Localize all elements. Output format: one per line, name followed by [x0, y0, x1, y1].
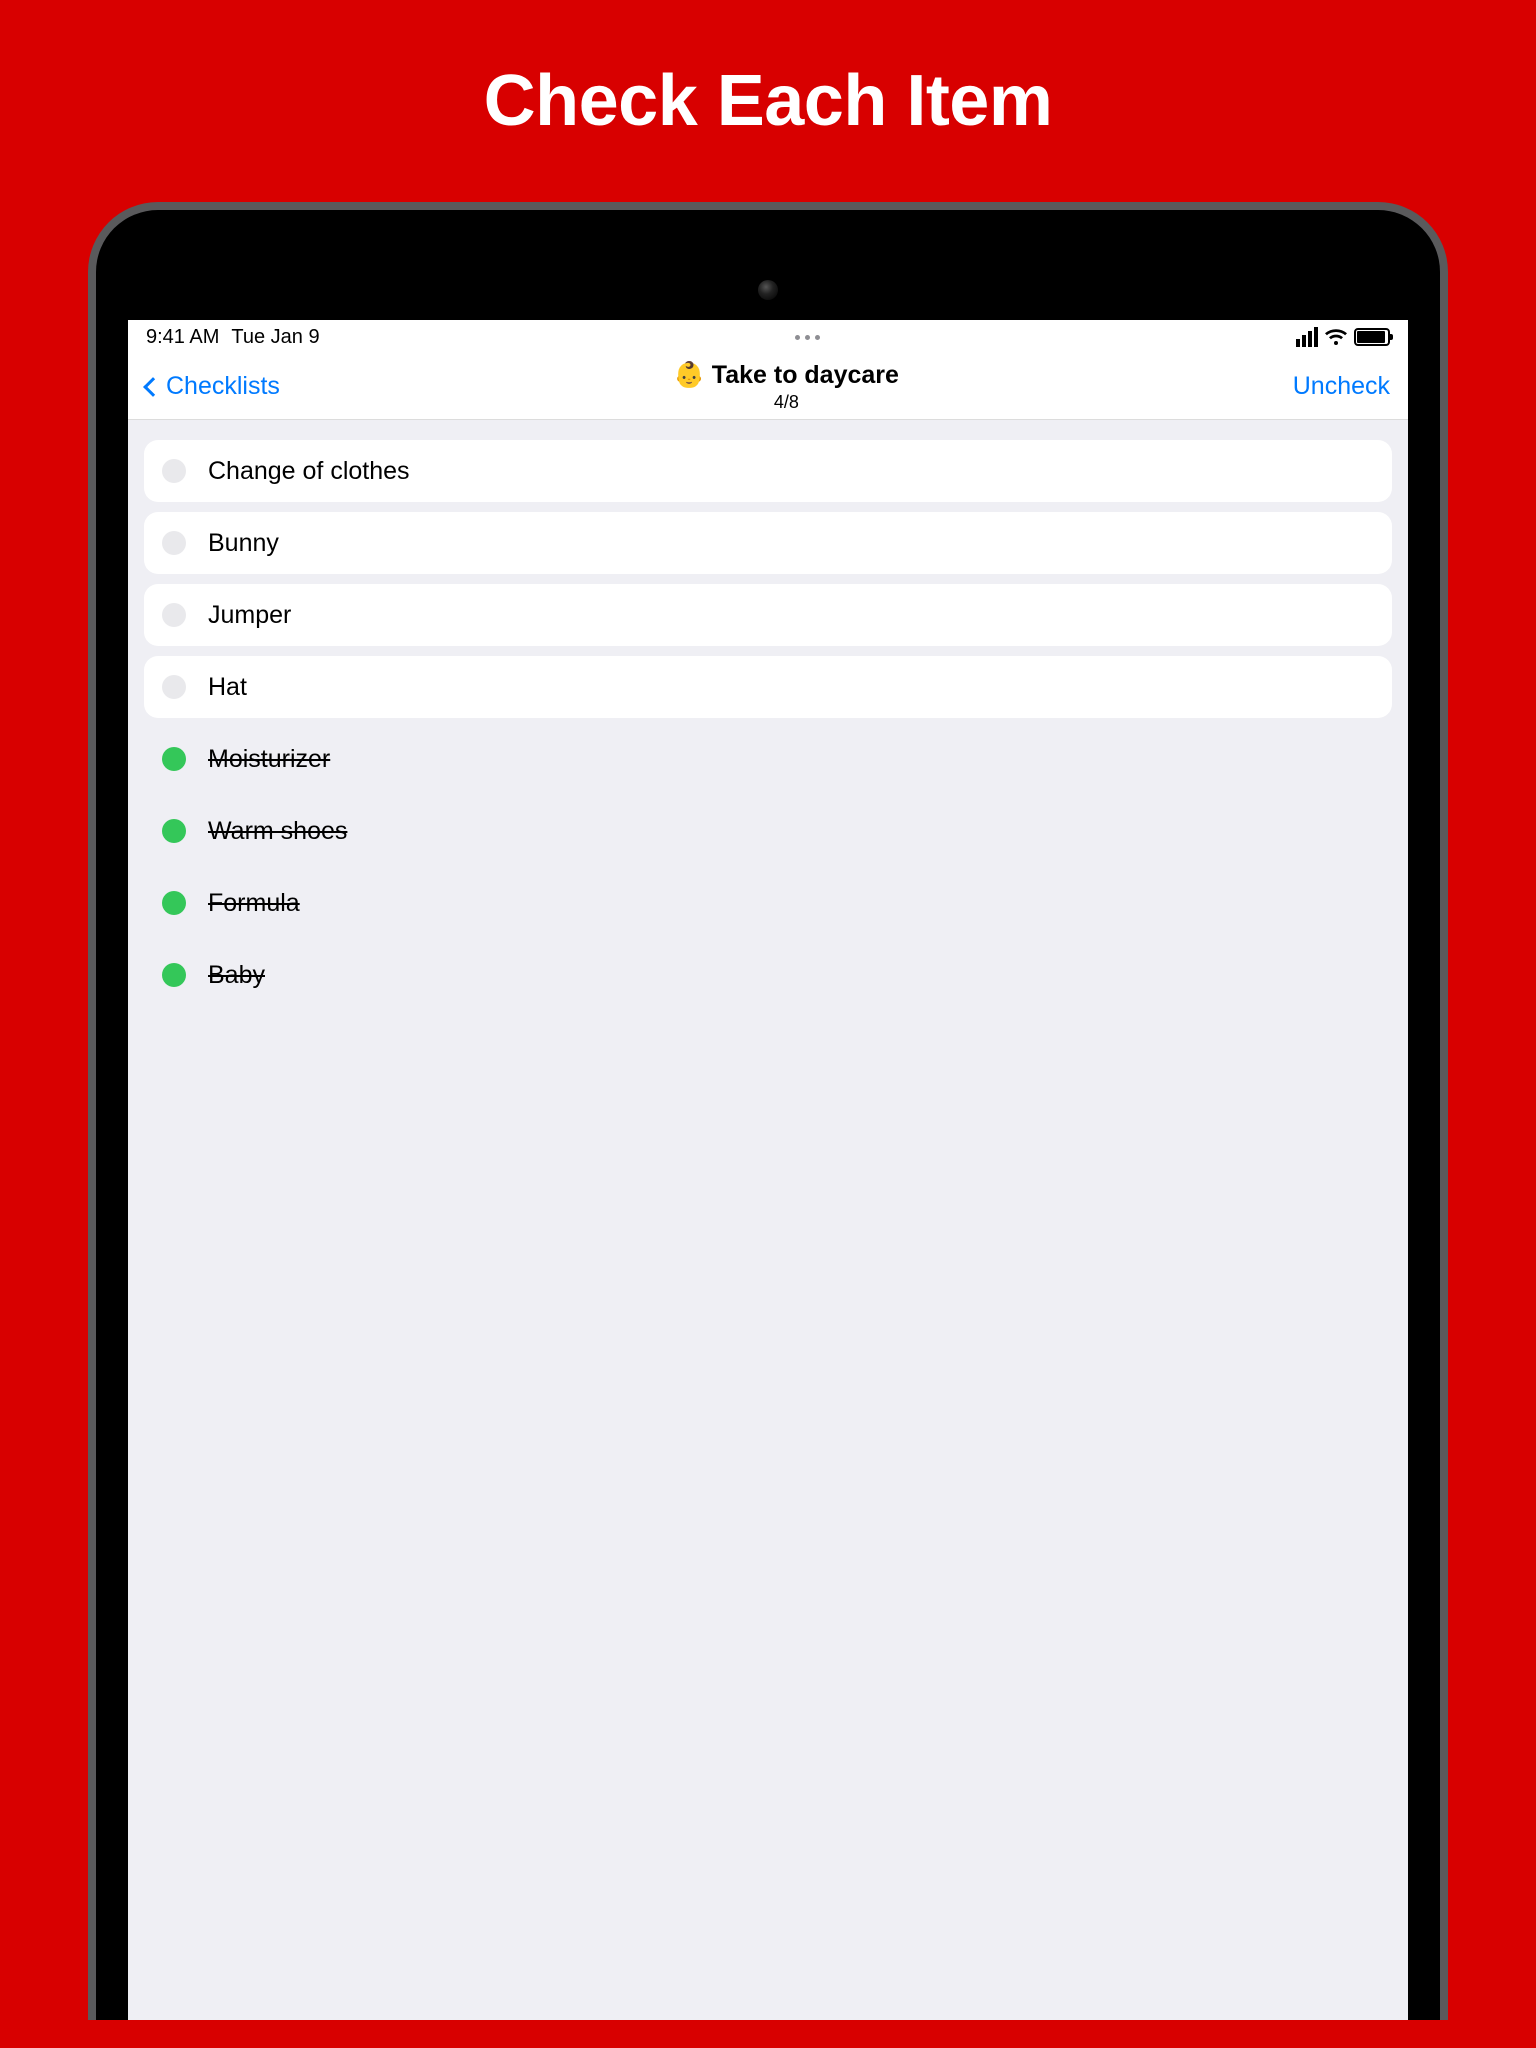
progress-count: 4/8: [280, 392, 1293, 413]
uncheck-button[interactable]: Uncheck: [1293, 372, 1390, 401]
wifi-icon: [1324, 328, 1348, 346]
checkmark-bullet-icon[interactable]: [162, 963, 186, 987]
empty-bullet-icon[interactable]: [162, 531, 186, 555]
status-bar: 9:41 AM Tue Jan 9: [128, 320, 1408, 354]
back-button-label: Checklists: [166, 372, 280, 401]
checklist-item-label: Change of clothes: [208, 457, 410, 486]
checklist: Change of clothes Bunny Jumper Hat Moisturiz…: [128, 420, 1408, 1036]
checklist-item[interactable]: Formula: [144, 872, 1392, 934]
app-screen: 9:41 AM Tue Jan 9: [128, 320, 1408, 2020]
chevron-left-icon: [143, 377, 163, 397]
status-time: 9:41 AM: [146, 326, 219, 349]
checklist-item[interactable]: Change of clothes: [144, 440, 1392, 502]
empty-bullet-icon[interactable]: [162, 459, 186, 483]
battery-icon: [1354, 328, 1390, 346]
checkmark-bullet-icon[interactable]: [162, 747, 186, 771]
checklist-item[interactable]: Bunny: [144, 512, 1392, 574]
multitasking-dots-icon: [795, 335, 820, 340]
checklist-item-label: Moisturizer: [208, 745, 330, 774]
checkmark-bullet-icon[interactable]: [162, 819, 186, 843]
empty-bullet-icon[interactable]: [162, 675, 186, 699]
checklist-item[interactable]: Hat: [144, 656, 1392, 718]
checklist-item-label: Bunny: [208, 529, 279, 558]
checklist-item-label: Formula: [208, 889, 300, 918]
checklist-item[interactable]: Baby: [144, 944, 1392, 1006]
checklist-item[interactable]: Warm shoes: [144, 800, 1392, 862]
cellular-signal-icon: [1296, 327, 1318, 347]
title-label: Take to daycare: [712, 361, 899, 389]
checklist-item[interactable]: Jumper: [144, 584, 1392, 646]
nav-bar: Checklists 👶 Take to daycare 4/8 Uncheck: [128, 354, 1408, 420]
empty-bullet-icon[interactable]: [162, 603, 186, 627]
checkmark-bullet-icon[interactable]: [162, 891, 186, 915]
tablet-camera: [758, 280, 778, 300]
back-button[interactable]: Checklists: [146, 372, 280, 401]
title-emoji-icon: 👶: [674, 361, 705, 389]
checklist-item-label: Baby: [208, 961, 265, 990]
page-title: 👶 Take to daycare: [280, 361, 1293, 390]
tablet-frame: 9:41 AM Tue Jan 9: [88, 202, 1448, 2020]
checklist-item-label: Warm shoes: [208, 817, 347, 846]
checklist-item-label: Jumper: [208, 601, 291, 630]
marketing-headline: Check Each Item: [484, 60, 1053, 142]
checklist-item-label: Hat: [208, 673, 247, 702]
status-date: Tue Jan 9: [231, 326, 319, 349]
checklist-item[interactable]: Moisturizer: [144, 728, 1392, 790]
